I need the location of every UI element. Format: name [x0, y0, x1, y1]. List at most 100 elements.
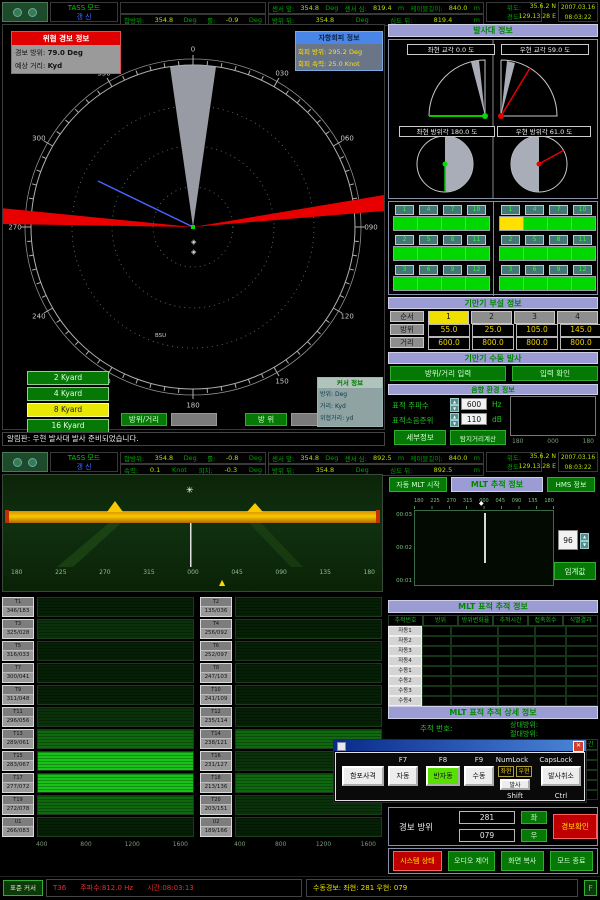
detection-range-calc-button[interactable]: 탐지거리계산 [450, 430, 506, 445]
track-row[interactable]: T13289/061 [2, 728, 194, 750]
tube-cell[interactable]: 9 [441, 265, 464, 294]
tube-cell[interactable]: 9 [547, 265, 570, 294]
mlt-chart[interactable]: 180225270315000045090135180 ◆ 00:0300:02… [388, 496, 598, 596]
mlt-track-row[interactable]: 수동2 [388, 676, 598, 686]
order-button[interactable]: 4 [557, 311, 598, 324]
threshold-button[interactable]: 임계값 [554, 562, 596, 580]
tube-cell[interactable]: 2 [499, 235, 522, 264]
track-row[interactable]: T2135/036 [200, 596, 382, 618]
tube-cell[interactable]: 11 [465, 235, 488, 264]
range-scale-button[interactable]: 2 Kyard [27, 371, 109, 385]
mlt-track-row[interactable]: 수동4 [388, 696, 598, 706]
bearing-cursor-triangle[interactable]: ▲ [219, 578, 225, 587]
noise-spinner[interactable]: ▲▼ [450, 413, 459, 426]
tube-cell[interactable]: 11 [571, 235, 594, 264]
range-scale-button[interactable]: 4 Kyard [27, 387, 109, 401]
track-row[interactable]: U2189/166 [200, 816, 382, 838]
range-scale-button[interactable]: 8 Kyard [27, 403, 109, 417]
track-row[interactable]: T12235/114 [200, 706, 382, 728]
deploy-bearing-value[interactable]: 145.0 [560, 324, 600, 337]
noise-level-value[interactable]: 110 [461, 413, 487, 425]
spin-down-icon[interactable]: ▼ [580, 541, 589, 549]
mlt-track-row[interactable]: 자동4 [388, 656, 598, 666]
mlt-track-row[interactable]: 자동1 [388, 626, 598, 636]
spin-down-icon[interactable]: ▼ [450, 420, 459, 427]
audio-control-button[interactable]: 오디오 제어 [448, 851, 495, 871]
port-select-button[interactable]: 좌현 [498, 766, 514, 777]
spin-down-icon[interactable]: ▼ [450, 405, 459, 412]
refresh-label[interactable]: 갱 신 [51, 13, 117, 22]
bearing-range-button[interactable]: 방위/거리 [121, 413, 167, 426]
screen-copy-button[interactable]: 화면 복사 [501, 851, 544, 871]
bearing-button[interactable]: 방 위 [245, 413, 287, 426]
tube-cell[interactable]: 1 [393, 205, 416, 234]
standard-cursor-button[interactable]: 표준 커서 [3, 880, 43, 896]
mlt-track-row[interactable]: 수동3 [388, 686, 598, 696]
tube-cell[interactable]: 10 [571, 205, 594, 234]
deploy-bearing-value[interactable]: 25.0 [472, 324, 514, 337]
track-row[interactable]: U1266/083 [2, 816, 194, 838]
track-row[interactable]: T1346/183 [2, 596, 194, 618]
refresh-label[interactable]: 갱 신 [51, 463, 117, 472]
track-row[interactable]: T8247/103 [200, 662, 382, 684]
tube-cell[interactable]: 1 [499, 205, 522, 234]
fire-cancel-button[interactable]: 발사취소 [541, 766, 581, 786]
tube-cell[interactable]: 5 [523, 235, 546, 264]
deploy-bearing-value[interactable]: 55.0 [428, 324, 470, 337]
deploy-bearing-value[interactable]: 105.0 [516, 324, 558, 337]
f-key-button[interactable]: F [584, 880, 597, 896]
alarm-confirm-button[interactable]: 경보확인 [553, 814, 597, 839]
tube-cell[interactable]: 6 [523, 265, 546, 294]
mlt-track-row[interactable]: 자동3 [388, 646, 598, 656]
indicator-lamps-button[interactable] [2, 452, 48, 472]
input-confirm-button[interactable]: 입력 확인 [512, 366, 598, 381]
tube-cell[interactable]: 7 [441, 205, 464, 234]
track-row[interactable]: T6252/097 [200, 640, 382, 662]
radar-plot[interactable]: 0030060090120150180210240270300330 ◈ ◈ B… [3, 25, 384, 429]
track-row[interactable]: T17277/072 [2, 772, 194, 794]
target-freq-value[interactable]: 600 [461, 398, 487, 410]
tube-cell[interactable]: 2 [393, 235, 416, 264]
fire-button[interactable]: 발사 [500, 779, 530, 790]
track-row[interactable]: T9311/048 [2, 684, 194, 706]
track-row[interactable]: T7300/041 [2, 662, 194, 684]
bearing-range-input-button[interactable]: 방위/거리 입력 [390, 366, 506, 381]
close-icon[interactable]: ✕ [573, 741, 584, 752]
freq-spinner[interactable]: ▲▼ [450, 398, 459, 411]
manual-mode-button[interactable]: 수동 [464, 766, 494, 786]
tube-cell[interactable]: 8 [441, 235, 464, 264]
track-row[interactable]: T19272/078 [2, 794, 194, 816]
detail-info-button[interactable]: 세부정보 [394, 430, 446, 445]
order-button[interactable]: 3 [514, 311, 555, 324]
track-row[interactable]: T15283/067 [2, 750, 194, 772]
track-row[interactable]: T11296/056 [2, 706, 194, 728]
mode-exit-button[interactable]: 모드 종료 [550, 851, 593, 871]
tube-cell[interactable]: 12 [571, 265, 594, 294]
gun-support-button[interactable]: 함포사격 [342, 766, 384, 786]
launch-control-dialog[interactable]: ✕ F7 F8 F9 NumLock CapsLock 함포사격 자동 반자동 … [333, 739, 587, 803]
stbd-select-button[interactable]: 우현 [516, 766, 532, 777]
tube-cell[interactable]: 3 [499, 265, 522, 294]
alarm-port-button[interactable]: 좌 [521, 811, 547, 824]
mlt-track-row[interactable]: 자동2 [388, 636, 598, 646]
track-row[interactable]: T4256/092 [200, 618, 382, 640]
auto-mlt-start-button[interactable]: 자동 MLT 시작 [389, 477, 447, 492]
waterfall-display[interactable]: ✳ 180225270315000045090135180 ▲ [2, 474, 383, 592]
hms-info-button[interactable]: HMS 정보 [547, 477, 595, 492]
tube-cell[interactable]: 3 [393, 265, 416, 294]
spin-up-icon[interactable]: ▲ [580, 533, 589, 541]
tube-cell[interactable]: 12 [465, 265, 488, 294]
semi-auto-mode-button[interactable]: 반자동 [426, 766, 460, 786]
alarm-stbd-button[interactable]: 우 [521, 829, 547, 842]
track-row[interactable]: T5316/033 [2, 640, 194, 662]
tube-cell[interactable]: 5 [417, 235, 440, 264]
tube-cell[interactable]: 4 [523, 205, 546, 234]
mlt-track-row[interactable]: 수동1 [388, 666, 598, 676]
indicator-lamps-button[interactable] [2, 2, 48, 22]
order-button[interactable]: 2 [471, 311, 512, 324]
tube-cell[interactable]: 8 [547, 235, 570, 264]
tube-cell[interactable]: 6 [417, 265, 440, 294]
deploy-range-value[interactable]: 800.0 [560, 337, 600, 350]
tube-cell[interactable]: 10 [465, 205, 488, 234]
spin-up-icon[interactable]: ▲ [450, 413, 459, 420]
